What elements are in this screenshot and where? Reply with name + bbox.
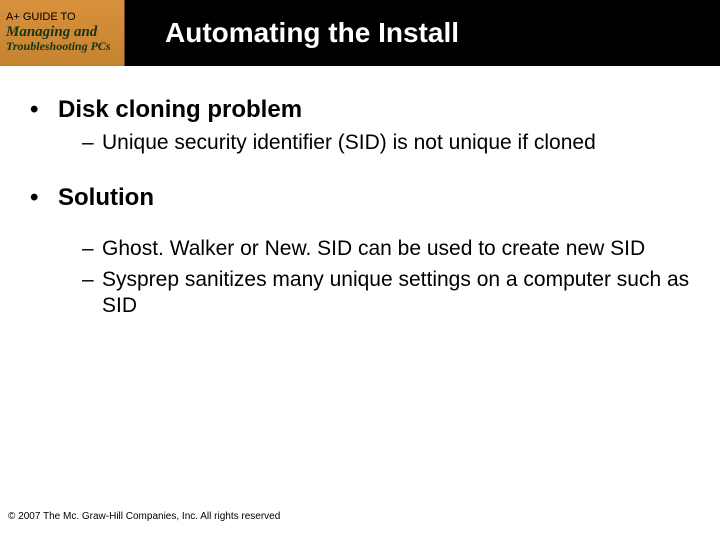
sub-bullet-item: – Ghost. Walker or New. SID can be used … [82, 236, 690, 262]
sub-bullet-text: Ghost. Walker or New. SID can be used to… [102, 236, 690, 262]
book-logo: A+ GUIDE TO Managing and Troubleshooting… [0, 0, 125, 66]
sub-bullet-item: – Sysprep sanitizes many unique settings… [82, 267, 690, 320]
logo-line-1: A+ GUIDE TO [6, 12, 118, 23]
sub-bullet-item: – Unique security identifier (SID) is no… [82, 130, 690, 156]
bullet-item: • Disk cloning problem – Unique security… [30, 96, 690, 156]
logo-line-2: Managing and [6, 25, 118, 40]
bullet-disc-icon: • [30, 186, 58, 210]
logo-line-3: Troubleshooting PCs [6, 40, 118, 53]
copyright-footer: © 2007 The Mc. Graw-Hill Companies, Inc.… [8, 511, 280, 522]
dash-icon: – [82, 130, 102, 156]
sub-bullet-text: Sysprep sanitizes many unique settings o… [102, 267, 690, 320]
slide-content: • Disk cloning problem – Unique security… [0, 66, 720, 319]
sub-bullet-text: Unique security identifier (SID) is not … [102, 130, 690, 156]
bullet-label: Disk cloning problem [58, 96, 302, 124]
bullet-item: • Solution – Ghost. Walker or New. SID c… [30, 184, 690, 319]
bullet-label: Solution [58, 184, 154, 212]
dash-icon: – [82, 267, 102, 293]
bullet-disc-icon: • [30, 98, 58, 122]
dash-icon: – [82, 236, 102, 262]
header-bar: A+ GUIDE TO Managing and Troubleshooting… [0, 0, 720, 66]
slide-title: Automating the Install [165, 17, 459, 49]
